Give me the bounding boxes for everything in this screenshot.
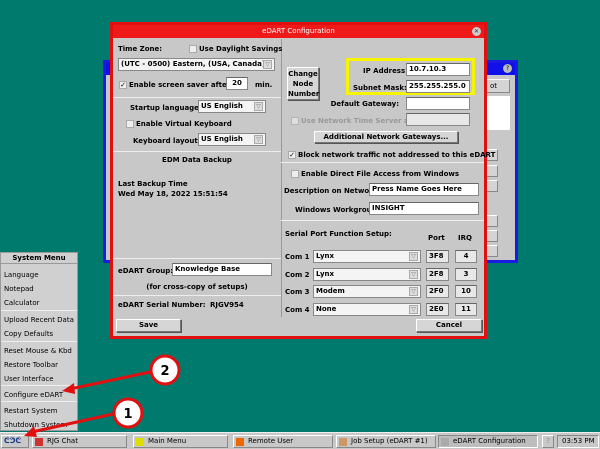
- step-1-label: 1: [123, 407, 132, 422]
- arrow-1-head: [24, 426, 37, 437]
- annotation-layer: 2 1: [24, 354, 181, 437]
- arrow-2-head: [62, 383, 75, 394]
- arrow-1: [31, 412, 114, 434]
- arrow-2: [69, 370, 151, 391]
- step-2-label: 2: [160, 364, 169, 379]
